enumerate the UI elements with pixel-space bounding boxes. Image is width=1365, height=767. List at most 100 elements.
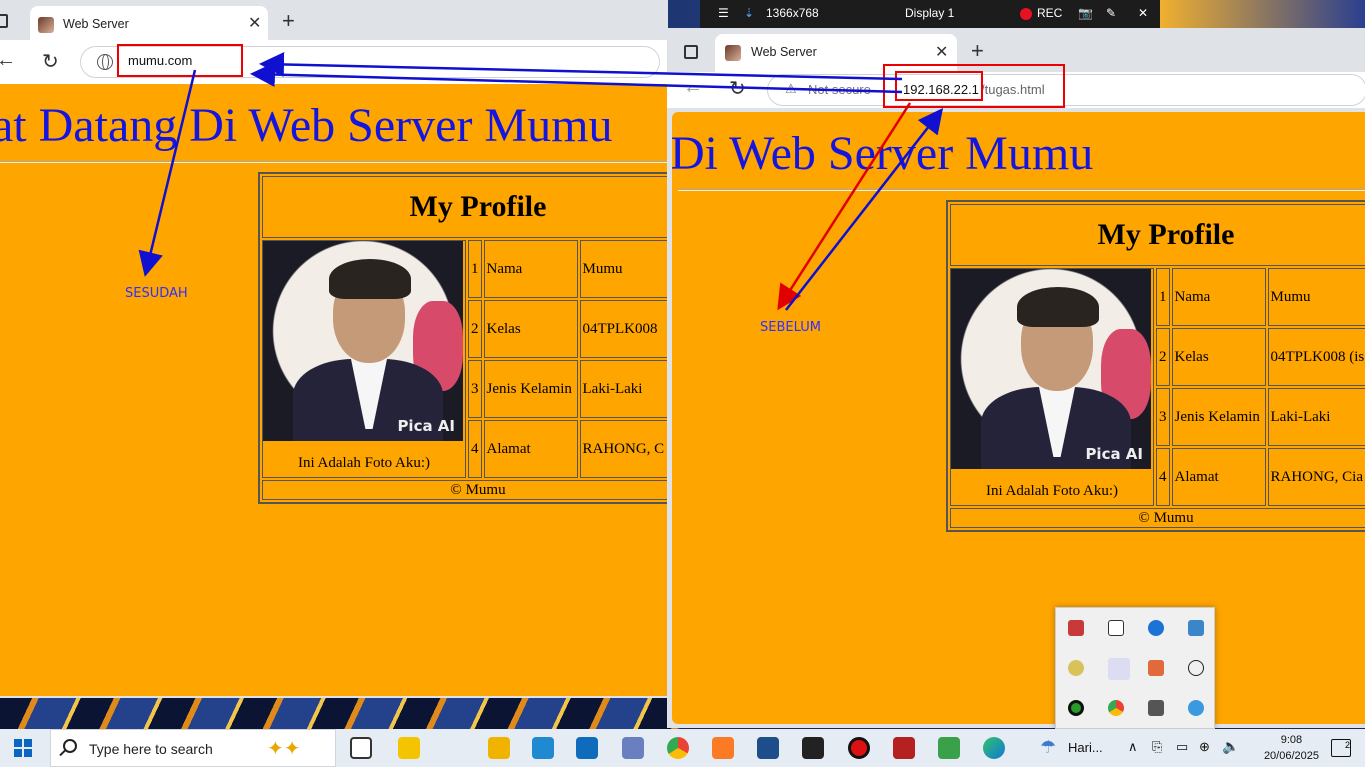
welcome-heading: at Datang Di Web Server Mumu	[0, 99, 613, 152]
tab-actions-icon[interactable]	[0, 14, 8, 28]
sticky-notes-icon[interactable]	[398, 737, 420, 759]
edge-icon[interactable]	[983, 737, 1005, 759]
debian-app-icon[interactable]	[893, 737, 915, 759]
left-browser-window: Web Server ✕ + ← ↻ mumu.com at Datang Di…	[0, 0, 668, 698]
notification-center-icon[interactable]: 2	[1331, 739, 1351, 757]
left-tab-web-server[interactable]: Web Server ✕	[30, 6, 268, 42]
not-secure-warning-icon[interactable]: ⚠	[785, 81, 797, 97]
pica-ai-watermark: Pica AI	[397, 417, 455, 435]
bluetooth-icon[interactable]	[1148, 620, 1164, 636]
tab-favicon-icon	[38, 17, 54, 33]
sparkle-icon: ✦✦	[267, 738, 301, 760]
row-number: 3	[1156, 388, 1170, 446]
globe-app-icon[interactable]	[1188, 700, 1204, 716]
virtualbox-icon[interactable]	[757, 737, 779, 759]
record-dot-icon	[1020, 8, 1032, 20]
close-tab-icon[interactable]: ✕	[935, 42, 948, 62]
screen-recorder-bar: ☰ ⇣ 1366x768 Display 1 REC 📷 ✎ ✕	[700, 0, 1160, 28]
network-device-icon[interactable]	[1188, 620, 1204, 636]
row-value: Laki-Laki	[1267, 388, 1365, 446]
usb-drive-icon[interactable]	[1108, 620, 1124, 636]
horizontal-rule	[678, 189, 1365, 191]
row-number: 2	[1156, 328, 1170, 386]
row-field: Alamat	[1171, 448, 1266, 506]
row-value: 04TPLK008	[579, 300, 668, 358]
recorder-app-icon[interactable]	[848, 737, 870, 759]
security-shield-icon[interactable]	[1068, 620, 1084, 636]
close-recorder-icon[interactable]: ✕	[1138, 6, 1148, 20]
row-value: RAHONG, Cia	[1267, 448, 1365, 506]
row-value: Mumu	[579, 240, 668, 298]
search-placeholder: Type here to search	[89, 741, 213, 757]
reload-icon[interactable]: ↻	[42, 49, 59, 74]
profile-table: My Profile Pica AI Ini Adalah Foto Aku:)…	[946, 200, 1365, 532]
windows-taskbar: Type here to search ✦✦ ☂ Hari... ∧ ⎘ ▭ ⊕…	[0, 729, 1365, 767]
menu-icon[interactable]: ☰	[718, 6, 729, 20]
row-value: Laki-Laki	[579, 360, 668, 418]
file-explorer-icon[interactable]	[488, 737, 510, 759]
clock-date: 20/06/2025	[1263, 750, 1319, 762]
vscode-icon[interactable]	[532, 737, 554, 759]
weather-text[interactable]: Hari...	[1068, 740, 1103, 755]
search-icon	[63, 739, 77, 753]
back-arrow-icon[interactable]: ←	[0, 49, 16, 72]
row-number: 1	[1156, 268, 1170, 326]
pen-tool-icon[interactable]	[1108, 658, 1130, 680]
profile-table: My Profile Pica AI Ini Adalah Foto Aku:)…	[258, 172, 668, 504]
task-view-icon[interactable]	[350, 737, 372, 759]
new-tab-button[interactable]: +	[971, 38, 984, 64]
row-value: RAHONG, C	[579, 420, 668, 478]
speaker-icon[interactable]	[1148, 660, 1164, 676]
windows-start-icon[interactable]	[14, 739, 32, 757]
notification-count: 2	[1344, 740, 1350, 750]
taskbar-search-box[interactable]: Type here to search ✦✦	[50, 729, 336, 767]
row-number: 4	[468, 420, 482, 478]
back-arrow-icon[interactable]: ←	[683, 76, 703, 99]
photo-caption: Ini Adalah Foto Aku:)	[985, 483, 1119, 499]
not-secure-label[interactable]: Not secure	[808, 82, 871, 97]
taskbar-clock[interactable]: 9:08 20/06/2025	[1264, 732, 1319, 764]
outlook-icon[interactable]	[576, 737, 598, 759]
new-tab-button[interactable]: +	[282, 8, 295, 34]
xampp-icon[interactable]	[712, 737, 734, 759]
reload-icon[interactable]: ↻	[729, 76, 746, 101]
welcome-heading: Di Web Server Mumu	[672, 127, 1094, 180]
right-toolbar: ← ↻ ⚠ Not secure 192.168.22.1 /tugas.htm…	[667, 64, 1365, 108]
chevron-up-icon[interactable]: ∧	[1128, 739, 1138, 755]
network-app-icon[interactable]	[622, 737, 644, 759]
pin-icon[interactable]: ⇣	[744, 6, 754, 20]
chrome-icon[interactable]	[1108, 700, 1124, 716]
network-globe-icon[interactable]: ⊕	[1199, 739, 1210, 755]
tab-actions-icon[interactable]	[684, 45, 698, 59]
profile-title: My Profile	[950, 204, 1365, 266]
row-field: Nama	[483, 240, 578, 298]
weather-umbrella-icon[interactable]: ☂	[1040, 737, 1056, 758]
left-toolbar: ← ↻ mumu.com	[0, 40, 668, 84]
globe-icon	[97, 54, 113, 70]
green-status-icon[interactable]	[1068, 700, 1084, 716]
display-icon[interactable]	[1148, 700, 1164, 716]
row-number: 1	[468, 240, 482, 298]
pen-icon[interactable]: ✎	[1106, 6, 1116, 20]
recorder-display[interactable]: Display 1	[905, 6, 954, 20]
profile-photo: Pica AI	[263, 241, 463, 441]
usb-icon[interactable]: ⎘	[1152, 739, 1162, 755]
cloud-offline-icon[interactable]	[1188, 660, 1204, 676]
tab-favicon-icon	[725, 45, 741, 61]
row-field: Kelas	[1171, 328, 1266, 386]
volume-icon[interactable]: 🔈	[1222, 738, 1239, 755]
terminal-icon[interactable]	[802, 737, 824, 759]
close-tab-icon[interactable]: ✕	[248, 13, 261, 33]
row-number: 3	[468, 360, 482, 418]
chrome-taskbar-icon[interactable]	[667, 737, 689, 759]
disc-icon[interactable]	[1068, 660, 1084, 676]
url-highlight-box-inner	[895, 71, 983, 101]
recorder-rec-label[interactable]: REC	[1037, 6, 1062, 20]
desktop-wallpaper-bottom	[0, 696, 680, 730]
camera-icon[interactable]: 📷	[1078, 6, 1093, 20]
row-number: 4	[1156, 448, 1170, 506]
battery-icon[interactable]: ▭	[1176, 739, 1188, 755]
row-value: 04TPLK008 (is	[1267, 328, 1365, 386]
network-share-icon[interactable]	[938, 737, 960, 759]
profile-title: My Profile	[262, 176, 668, 238]
